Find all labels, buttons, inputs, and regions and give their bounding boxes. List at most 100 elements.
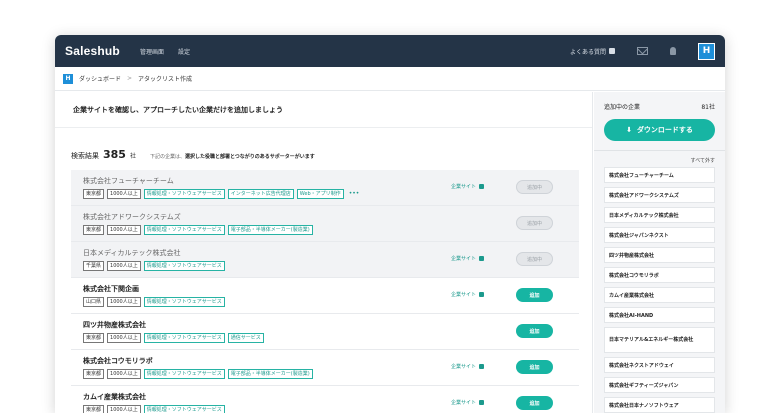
selected-company[interactable]: 四ツ井物産株式会社 xyxy=(604,247,715,263)
download-button[interactable]: ⬇ ダウンロードする xyxy=(604,119,715,141)
download-label: ダウンロードする xyxy=(636,126,693,134)
app-window: Saleshub 管理画面 設定 よくある質問 H H ダッシュボード > アタ… xyxy=(55,35,725,413)
sidebar-count: 81社 xyxy=(701,104,715,111)
site-label: 企業サイト xyxy=(451,184,477,190)
company-name[interactable]: 株式会社下関企画 xyxy=(83,284,567,294)
company-site-link[interactable]: 企業サイト xyxy=(451,291,485,298)
selected-company[interactable]: 株式会社フューチャーチーム xyxy=(604,167,715,183)
external-link-icon xyxy=(479,292,485,297)
company-tags: 東京都 1000人以上 情報処理・ソフトウェアサービス 通信サービス xyxy=(83,333,567,343)
location-tag: 東京都 xyxy=(83,225,105,235)
download-icon: ⬇ xyxy=(626,126,632,134)
selected-sidebar: 追加中の企業 81社 ⬇ ダウンロードする すべて外す 株式会社フューチャーチー… xyxy=(594,92,725,413)
site-label: 企業サイト xyxy=(451,256,477,262)
site-label: 企業サイト xyxy=(451,292,477,298)
industry-tag: 通信サービス xyxy=(227,333,264,343)
chevron-right-icon: > xyxy=(127,75,133,82)
industry-tag: 電子部品・半導体メーカー(製造業) xyxy=(227,225,313,235)
bell-icon[interactable] xyxy=(670,47,676,55)
add-button[interactable]: 追加 xyxy=(516,288,553,302)
selected-company[interactable]: 株式会社日本ナノソフトウェア xyxy=(604,397,715,413)
remove-all-link[interactable]: すべて外す xyxy=(594,151,725,167)
breadcrumb-current: アタックリスト作成 xyxy=(138,76,193,83)
company-site-link[interactable]: 企業サイト xyxy=(451,183,485,190)
location-tag: 東京都 xyxy=(83,333,105,343)
industry-tag: 情報処理・ソフトウェアサービス xyxy=(143,405,225,413)
nav-settings[interactable]: 設定 xyxy=(178,47,190,56)
results-label: 検索結果 xyxy=(71,152,99,160)
company-name[interactable]: 株式会社アドワークシステムズ xyxy=(83,212,567,222)
add-button[interactable]: 追加 xyxy=(516,324,553,338)
industry-tag: 情報処理・ソフトウェアサービス xyxy=(143,333,225,343)
company-site-link[interactable]: 企業サイト xyxy=(451,255,485,262)
size-tag: 1000人以上 xyxy=(107,189,141,199)
company-name[interactable]: 四ツ井物産株式会社 xyxy=(83,320,567,330)
industry-tag: 情報処理・ソフトウェアサービス xyxy=(143,189,225,199)
results-note-bold: 選択した役職と部署とつながりのあるサポーターがいます xyxy=(185,154,315,160)
industry-tag: 情報処理・ソフトウェアサービス xyxy=(143,297,225,307)
breadcrumb-home[interactable]: ダッシュボード xyxy=(79,74,121,83)
company-tags: 山口県 1000人以上 情報処理・ソフトウェアサービス xyxy=(83,297,567,307)
results-unit: 社 xyxy=(129,153,136,160)
company-list: 株式会社フューチャーチーム 東京都 1000人以上 情報処理・ソフトウェアサービ… xyxy=(71,170,579,413)
add-button[interactable]: 追加 xyxy=(516,360,553,374)
sidebar-title: 追加中の企業 xyxy=(604,104,641,111)
site-label: 企業サイト xyxy=(451,364,477,370)
company-name[interactable]: 株式会社フューチャーチーム xyxy=(83,176,567,186)
added-button[interactable]: 追加中 xyxy=(516,252,553,266)
app-logo[interactable]: Saleshub xyxy=(65,44,120,58)
size-tag: 1000人以上 xyxy=(107,405,141,413)
company-name[interactable]: 株式会社コウモリラボ xyxy=(83,356,567,366)
industry-tag: Web・アプリ制作 xyxy=(296,189,344,199)
external-link-icon xyxy=(479,400,485,405)
results-count: 385 xyxy=(103,148,126,161)
location-tag: 東京都 xyxy=(83,369,105,379)
selected-company[interactable]: 株式会社ジャパンネクスト xyxy=(604,227,715,243)
location-tag: 千葉県 xyxy=(83,261,105,271)
instruction-banner: 企業サイトを確認し、アプローチしたい企業だけを追加しましょう xyxy=(55,92,592,128)
company-site-link[interactable]: 企業サイト xyxy=(451,363,485,370)
company-name[interactable]: 日本メディカルテック株式会社 xyxy=(83,248,567,258)
results-header: 検索結果 385 社 下記の企業は、選択した役職と部署とつながりのあるサポーター… xyxy=(71,148,315,161)
mail-icon[interactable] xyxy=(637,47,648,55)
selected-company[interactable]: 株式会社アドワークシステムズ xyxy=(604,187,715,203)
company-row: 四ツ井物産株式会社 東京都 1000人以上 情報処理・ソフトウェアサービス 通信… xyxy=(71,314,579,350)
industry-tag: 情報処理・ソフトウェアサービス xyxy=(143,369,225,379)
faq-label: よくある質問 xyxy=(569,48,606,56)
external-link-icon xyxy=(479,364,485,369)
avatar[interactable]: H xyxy=(698,42,715,60)
added-button[interactable]: 追加中 xyxy=(516,216,553,230)
more-tags-icon[interactable]: ••• xyxy=(347,190,362,198)
breadcrumb-logo-icon: H xyxy=(63,73,73,84)
nav-admin[interactable]: 管理画面 xyxy=(140,47,164,56)
size-tag: 1000人以上 xyxy=(107,297,141,307)
company-row: カムイ産業株式会社 東京都 1000人以上 情報処理・ソフトウェアサービス 企業… xyxy=(71,386,579,413)
company-site-link[interactable]: 企業サイト xyxy=(451,399,485,406)
selected-company[interactable]: 日本マテリアル&エネルギー株式会社 xyxy=(604,327,715,353)
size-tag: 1000人以上 xyxy=(107,225,141,235)
results-note: 下記の企業は、選択した役職と部署とつながりのあるサポーターがいます xyxy=(150,153,315,160)
top-bar: Saleshub 管理画面 設定 よくある質問 H xyxy=(55,35,725,67)
selected-company[interactable]: カムイ産業株式会社 xyxy=(604,287,715,303)
company-name[interactable]: カムイ産業株式会社 xyxy=(83,392,567,402)
selected-company[interactable]: 日本メディカルテック株式会社 xyxy=(604,207,715,223)
external-link-icon xyxy=(609,48,615,54)
selected-company[interactable]: 株式会社ネクストアドウェイ xyxy=(604,357,715,373)
company-row: 株式会社フューチャーチーム 東京都 1000人以上 情報処理・ソフトウェアサービ… xyxy=(71,170,579,206)
selected-company[interactable]: 株式会社コウモリラボ xyxy=(604,267,715,283)
industry-tag: 情報処理・ソフトウェアサービス xyxy=(143,261,225,271)
add-button[interactable]: 追加 xyxy=(516,396,553,410)
location-tag: 東京都 xyxy=(83,405,105,413)
added-button[interactable]: 追加中 xyxy=(516,180,553,194)
breadcrumb: H ダッシュボード > アタックリスト作成 xyxy=(55,67,725,91)
selected-company[interactable]: 株式会社ギフティーズジャパン xyxy=(604,377,715,393)
external-link-icon xyxy=(479,184,485,189)
company-tags: 東京都 1000人以上 情報処理・ソフトウェアサービス 電子部品・半導体メーカー… xyxy=(83,369,567,379)
selected-company[interactable]: 株式会社AI-HAND xyxy=(604,307,715,323)
company-tags: 東京都 1000人以上 情報処理・ソフトウェアサービス インターネット広告代理店… xyxy=(83,189,567,199)
company-row: 株式会社コウモリラボ 東京都 1000人以上 情報処理・ソフトウェアサービス 電… xyxy=(71,350,579,386)
size-tag: 1000人以上 xyxy=(107,369,141,379)
location-tag: 東京都 xyxy=(83,189,105,199)
external-link-icon xyxy=(479,256,485,261)
faq-link[interactable]: よくある質問 xyxy=(570,47,615,56)
